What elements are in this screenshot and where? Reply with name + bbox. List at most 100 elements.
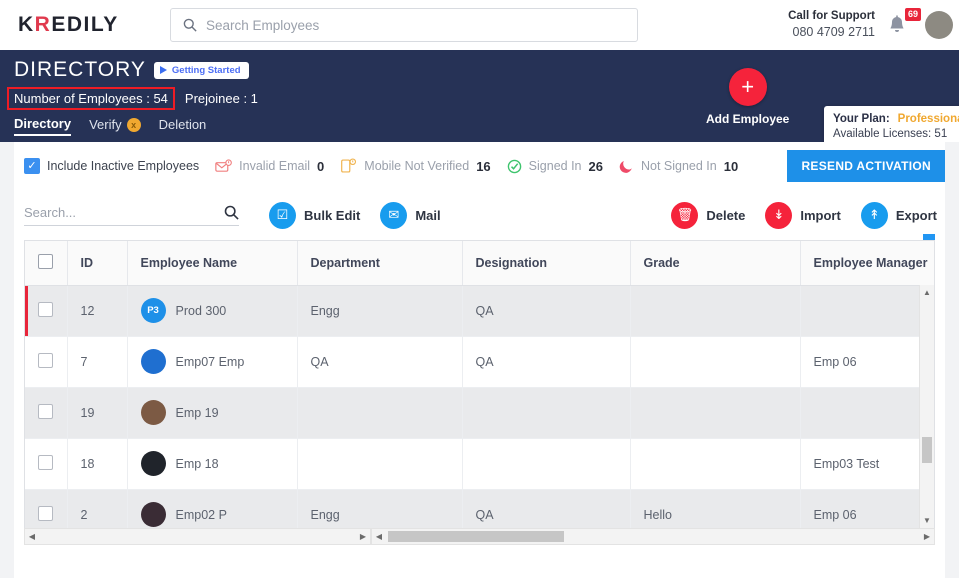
toolbar-left-actions: ☑ Bulk Edit ✉ Mail (269, 201, 441, 229)
resend-activation-button[interactable]: RESEND ACTIVATION (787, 150, 945, 182)
horizontal-scroll-thumb[interactable] (388, 531, 564, 542)
delete-button[interactable]: 🗑 Delete (671, 201, 746, 229)
invalid-email-icon (215, 158, 233, 172)
getting-started-button[interactable]: Getting Started (153, 61, 249, 79)
table-search-input[interactable] (24, 204, 224, 220)
tab-directory[interactable]: Directory (14, 116, 72, 136)
global-search-input[interactable] (206, 17, 625, 33)
logo-k: K (18, 13, 35, 36)
page-body: ✓ Include Inactive Employees Invalid Ema… (0, 142, 959, 578)
vertical-scrollbar[interactable]: ▲ ▼ (919, 285, 934, 528)
table-search-box[interactable] (24, 204, 239, 226)
cell-id: 19 (67, 387, 128, 439)
support-phone: 080 4709 2711 (792, 25, 876, 40)
cell-employee-name[interactable]: Emp02 P (127, 489, 298, 528)
table-row[interactable]: 7 Emp07 Emp QA QA Emp 06 (25, 336, 934, 388)
cell-grade (630, 336, 801, 388)
frozen-columns-scrollbar[interactable]: ◀ ▶ (24, 528, 371, 545)
row-checkbox[interactable] (38, 301, 53, 317)
avatar[interactable] (925, 11, 953, 39)
select-all-header[interactable] (25, 241, 68, 286)
signed-in-icon (507, 159, 521, 173)
filter-signed-in[interactable]: Signed In 26 (507, 159, 603, 174)
filter-invalid-email[interactable]: Invalid Email 0 (215, 159, 324, 174)
row-checkbox[interactable] (38, 505, 53, 521)
row-select-cell[interactable] (25, 387, 68, 439)
directory-title-row: DIRECTORY Getting Started (14, 58, 959, 82)
table-header-row: ID Employee Name Department Designation … (25, 241, 934, 286)
row-select-cell[interactable] (25, 438, 68, 490)
kredily-logo[interactable]: K R EDILY (0, 13, 170, 37)
notifications-button[interactable]: 69 (887, 8, 921, 40)
select-all-checkbox[interactable] (38, 253, 53, 269)
checkbox-checked-icon[interactable]: ✓ (24, 158, 40, 174)
table-row[interactable]: 12 P3 Prod 300 Engg QA (25, 285, 934, 337)
table-row[interactable]: 18 Emp 18 Emp03 Test (25, 438, 934, 490)
column-header-id[interactable]: ID (67, 241, 128, 286)
import-button[interactable]: ↡ Import (765, 201, 841, 229)
cell-employee-name[interactable]: Emp07 Emp (127, 336, 298, 388)
vertical-scroll-thumb[interactable] (922, 437, 932, 463)
employee-name-label: Emp07 Emp (175, 354, 245, 369)
cell-id: 12 (67, 285, 128, 337)
invalid-email-label: Invalid Email (239, 159, 311, 173)
filter-mobile-not-verified[interactable]: Mobile Not Verified 16 (340, 158, 491, 174)
tab-deletion[interactable]: Deletion (159, 117, 207, 135)
directory-counts: Number of Employees : 54 Prejoinee : 1 (7, 87, 959, 110)
mail-label: Mail (415, 207, 441, 223)
export-button[interactable]: ↟ Export (860, 201, 937, 229)
row-checkbox[interactable] (38, 403, 53, 419)
signed-in-count: 26 (588, 158, 603, 174)
column-header-designation[interactable]: Designation (462, 241, 631, 286)
cell-employee-name[interactable]: Emp 19 (127, 387, 298, 439)
cell-designation: QA (462, 285, 631, 337)
table-row[interactable]: 2 Emp02 P Engg QA Hello Emp 06 (25, 489, 934, 528)
notification-count-badge: 69 (904, 8, 921, 21)
row-select-cell[interactable] (25, 336, 68, 388)
getting-started-label: Getting Started (171, 64, 241, 76)
cell-employee-manager (800, 387, 934, 439)
tab-verify[interactable]: Verify x (89, 117, 141, 135)
export-label: Export (895, 207, 937, 223)
envelope-icon: ✉ (380, 201, 408, 229)
scroll-left-arrow-icon[interactable]: ◀ (372, 532, 386, 541)
global-search-box[interactable] (170, 8, 638, 42)
employee-name-label: Emp 18 (175, 456, 219, 471)
row-select-cell[interactable] (25, 489, 68, 528)
bulk-edit-button[interactable]: ☑ Bulk Edit (269, 201, 360, 229)
cell-department (297, 438, 463, 490)
not-signed-in-label: Not Signed In (640, 159, 717, 173)
scroll-down-arrow-icon[interactable]: ▼ (920, 513, 934, 528)
scroll-right-arrow-icon[interactable]: ▶ (356, 532, 370, 541)
column-header-department[interactable]: Department (297, 241, 463, 286)
include-inactive-filter[interactable]: ✓ Include Inactive Employees (24, 158, 199, 174)
cell-department: QA (297, 336, 463, 388)
horizontal-scrollbars: ◀ ▶ ◀ ▶ (14, 528, 945, 545)
column-header-employee-manager[interactable]: Employee Manager (800, 241, 934, 286)
column-header-grade[interactable]: Grade (630, 241, 801, 286)
employee-name-label: Prod 300 (175, 303, 227, 318)
verify-alert-badge: x (126, 117, 141, 132)
add-employee-button[interactable]: + Add Employee (706, 68, 789, 126)
scroll-up-arrow-icon[interactable]: ▲ (920, 285, 934, 300)
row-select-cell[interactable] (25, 285, 68, 337)
delete-label: Delete (706, 207, 746, 223)
row-checkbox[interactable] (38, 454, 53, 470)
mail-button[interactable]: ✉ Mail (380, 201, 441, 229)
table-row[interactable]: 19 Emp 19 (25, 387, 934, 439)
filter-not-signed-in[interactable]: Not Signed In 10 (619, 159, 738, 174)
table-horizontal-scrollbar[interactable]: ◀ ▶ (371, 528, 935, 545)
cell-grade (630, 438, 801, 490)
upload-arrow-icon: ↟ (860, 201, 888, 229)
top-bar-right-cluster: Call for Support 080 4709 2711 69 (788, 0, 953, 50)
row-checkbox[interactable] (38, 352, 53, 368)
cell-employee-name[interactable]: P3 Prod 300 (127, 285, 298, 337)
scroll-right-arrow-icon[interactable]: ▶ (920, 532, 934, 541)
cell-employee-name[interactable]: Emp 18 (127, 438, 298, 490)
column-header-employee-name[interactable]: Employee Name (127, 241, 298, 286)
scroll-left-arrow-icon[interactable]: ◀ (25, 532, 39, 541)
download-arrow-icon: ↡ (765, 201, 793, 229)
cell-employee-manager: Emp03 Test (800, 438, 934, 490)
support-title: Call for Support (788, 9, 875, 22)
cell-department: Engg (297, 285, 463, 337)
